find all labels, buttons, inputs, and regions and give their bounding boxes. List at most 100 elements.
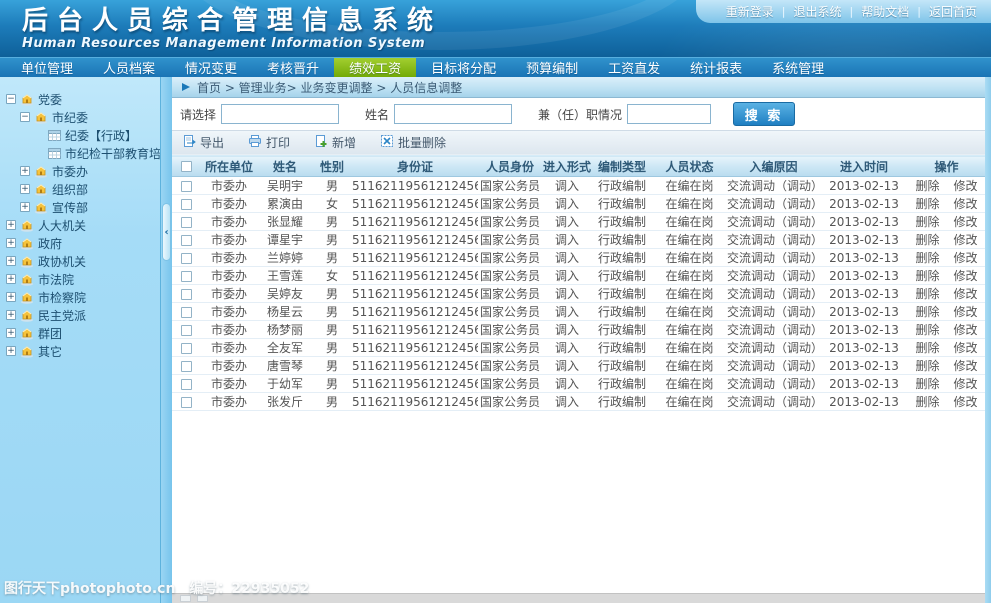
row-edit-link[interactable]: 修改 (954, 323, 978, 337)
row-checkbox[interactable] (181, 271, 192, 282)
row-edit-link[interactable]: 修改 (954, 269, 978, 283)
cell: 市委办 (200, 249, 258, 267)
export-button[interactable]: 导出 (182, 134, 224, 151)
tree-item[interactable]: + 其它 (0, 342, 160, 360)
row-edit-link[interactable]: 修改 (954, 305, 978, 319)
select-label: 请选择 (180, 106, 216, 123)
nav-item[interactable]: 目标将分配 (416, 58, 511, 77)
printer-icon (248, 134, 262, 151)
expand-toggle-icon[interactable]: + (6, 292, 16, 302)
row-checkbox[interactable] (181, 235, 192, 246)
search-button[interactable]: 搜 索 (733, 102, 795, 126)
row-delete-link[interactable]: 删除 (915, 323, 939, 337)
add-button[interactable]: 新增 (314, 134, 356, 151)
row-checkbox[interactable] (181, 379, 192, 390)
tree-item[interactable]: + 市法院 (0, 270, 160, 288)
nav-item[interactable]: 考核晋升 (252, 58, 334, 77)
row-edit-link[interactable]: 修改 (954, 179, 978, 193)
nav-item[interactable]: 单位管理 (6, 58, 88, 77)
tree-item[interactable]: + 民主党派 (0, 306, 160, 324)
nav-item[interactable]: 统计报表 (675, 58, 757, 77)
row-checkbox[interactable] (181, 181, 192, 192)
row-delete-link[interactable]: 删除 (915, 305, 939, 319)
expand-toggle-icon[interactable]: + (20, 166, 30, 176)
expand-toggle-icon[interactable]: + (6, 274, 16, 284)
row-edit-link[interactable]: 修改 (954, 341, 978, 355)
expand-toggle-icon[interactable]: + (6, 346, 16, 356)
org-building-icon (20, 237, 34, 250)
cell: 调入 (542, 393, 592, 411)
row-edit-link[interactable]: 修改 (954, 377, 978, 391)
nav-item[interactable]: 系统管理 (757, 58, 839, 77)
tree-item[interactable]: 市纪检干部教育培训中心 (0, 144, 160, 162)
expand-toggle-icon[interactable]: + (20, 184, 30, 194)
name-input[interactable] (394, 104, 512, 124)
select-all-checkbox[interactable] (181, 161, 192, 172)
row-delete-link[interactable]: 删除 (915, 179, 939, 193)
tree-item[interactable]: + 政府 (0, 234, 160, 252)
expand-toggle-icon[interactable]: + (6, 220, 16, 230)
row-delete-link[interactable]: 删除 (915, 359, 939, 373)
header-link[interactable]: 帮助文档 (861, 3, 909, 20)
select-input[interactable] (221, 104, 339, 124)
tree-item[interactable]: + 政协机关 (0, 252, 160, 270)
collapse-toggle-icon[interactable]: − (6, 94, 16, 104)
header-link[interactable]: 重新登录 (726, 3, 774, 20)
header-link[interactable]: 退出系统 (794, 3, 842, 20)
expand-toggle-icon[interactable]: + (6, 256, 16, 266)
row-checkbox[interactable] (181, 325, 192, 336)
row-edit-link[interactable]: 修改 (954, 251, 978, 265)
expand-toggle-icon[interactable]: + (6, 238, 16, 248)
cell: 调入 (542, 357, 592, 375)
cell: 调入 (542, 213, 592, 231)
expand-toggle-icon[interactable]: + (20, 202, 30, 212)
tree-item[interactable]: + 宣传部 (0, 198, 160, 216)
row-edit-link[interactable]: 修改 (954, 233, 978, 247)
row-checkbox[interactable] (181, 397, 192, 408)
row-checkbox[interactable] (181, 307, 192, 318)
tree-item[interactable]: − 党委 (0, 90, 160, 108)
sidebar-collapse-handle[interactable]: ‹ (162, 203, 171, 261)
nav-item[interactable]: 工资直发 (593, 58, 675, 77)
row-delete-link[interactable]: 删除 (915, 377, 939, 391)
row-delete-link[interactable]: 删除 (915, 395, 939, 409)
expand-toggle-icon[interactable]: + (6, 310, 16, 320)
row-checkbox[interactable] (181, 199, 192, 210)
tree-item[interactable]: − 市纪委 (0, 108, 160, 126)
header-link[interactable]: 返回首页 (929, 3, 977, 20)
row-checkbox[interactable] (181, 361, 192, 372)
row-delete-link[interactable]: 删除 (915, 251, 939, 265)
tree-item[interactable]: + 组织部 (0, 180, 160, 198)
batch-delete-button[interactable]: 批量删除 (380, 134, 446, 151)
tree-item[interactable]: + 市委办 (0, 162, 160, 180)
row-checkbox[interactable] (181, 217, 192, 228)
nav-item[interactable]: 情况变更 (170, 58, 252, 77)
cell: 在编在岗 (652, 339, 727, 357)
print-button[interactable]: 打印 (248, 134, 290, 151)
row-delete-link[interactable]: 删除 (915, 269, 939, 283)
row-edit-link[interactable]: 修改 (954, 359, 978, 373)
row-checkbox[interactable] (181, 253, 192, 264)
row-delete-link[interactable]: 删除 (915, 233, 939, 247)
collapse-toggle-icon[interactable]: − (20, 112, 30, 122)
row-delete-link[interactable]: 删除 (915, 197, 939, 211)
nav-item[interactable]: 人员档案 (88, 58, 170, 77)
row-edit-link[interactable]: 修改 (954, 197, 978, 211)
row-delete-link[interactable]: 删除 (915, 287, 939, 301)
row-edit-link[interactable]: 修改 (954, 395, 978, 409)
expand-toggle-icon[interactable]: + (6, 328, 16, 338)
nav-item[interactable]: 绩效工资 (334, 58, 416, 77)
row-checkbox[interactable] (181, 289, 192, 300)
tree-item[interactable]: 纪委【行政】 (0, 126, 160, 144)
row-delete-link[interactable]: 删除 (915, 215, 939, 229)
row-checkbox[interactable] (181, 343, 192, 354)
row-edit-link[interactable]: 修改 (954, 287, 978, 301)
row-edit-link[interactable]: 修改 (954, 215, 978, 229)
job-input[interactable] (627, 104, 711, 124)
cell: 张发斤 (258, 393, 312, 411)
tree-item[interactable]: + 群团 (0, 324, 160, 342)
nav-item[interactable]: 预算编制 (511, 58, 593, 77)
tree-item[interactable]: + 市检察院 (0, 288, 160, 306)
row-delete-link[interactable]: 删除 (915, 341, 939, 355)
tree-item[interactable]: + 人大机关 (0, 216, 160, 234)
